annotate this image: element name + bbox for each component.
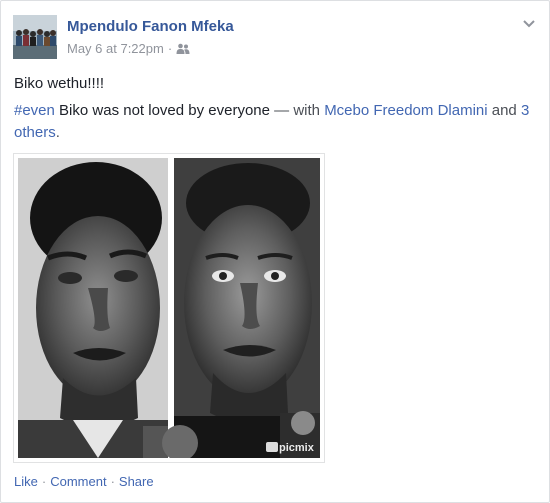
post-photo-frame[interactable]: picmix bbox=[13, 153, 325, 463]
author-name-link[interactable]: Mpendulo Fanon Mfeka bbox=[67, 18, 234, 35]
comment-button[interactable]: Comment bbox=[50, 474, 106, 489]
post-text-main: Biko was not loved by everyone bbox=[54, 102, 275, 119]
post-options-chevron-icon[interactable] bbox=[521, 15, 537, 31]
post-card: Mpendulo Fanon Mfeka May 6 at 7:22pm · B… bbox=[0, 0, 550, 503]
meta-separator: · bbox=[167, 41, 173, 56]
post-text-line2: #even Biko was not loved by everyone — w… bbox=[14, 100, 534, 144]
friends-icon[interactable] bbox=[176, 43, 190, 55]
period-text: . bbox=[55, 124, 60, 141]
action-separator: · bbox=[110, 474, 115, 489]
action-separator: · bbox=[41, 474, 47, 489]
and-text: and bbox=[487, 102, 521, 119]
timestamp-link[interactable]: May 6 at 7:22pm bbox=[67, 41, 164, 56]
post-text-line1: Biko wethu!!!! bbox=[14, 75, 105, 92]
post-photo: picmix bbox=[18, 158, 320, 458]
share-button[interactable]: Share bbox=[119, 474, 154, 489]
post-actions: Like · Comment · Share bbox=[14, 474, 154, 489]
hashtag-link[interactable]: #even bbox=[14, 102, 55, 119]
tagged-person-link[interactable]: Mcebo Freedom Dlamini bbox=[324, 102, 487, 119]
post-meta: May 6 at 7:22pm · bbox=[67, 41, 190, 56]
like-button[interactable]: Like bbox=[14, 474, 38, 489]
with-prefix: — with bbox=[274, 102, 325, 119]
picmix-watermark: picmix bbox=[279, 442, 315, 454]
group-photo-icon bbox=[13, 15, 57, 59]
author-avatar[interactable] bbox=[13, 15, 57, 59]
